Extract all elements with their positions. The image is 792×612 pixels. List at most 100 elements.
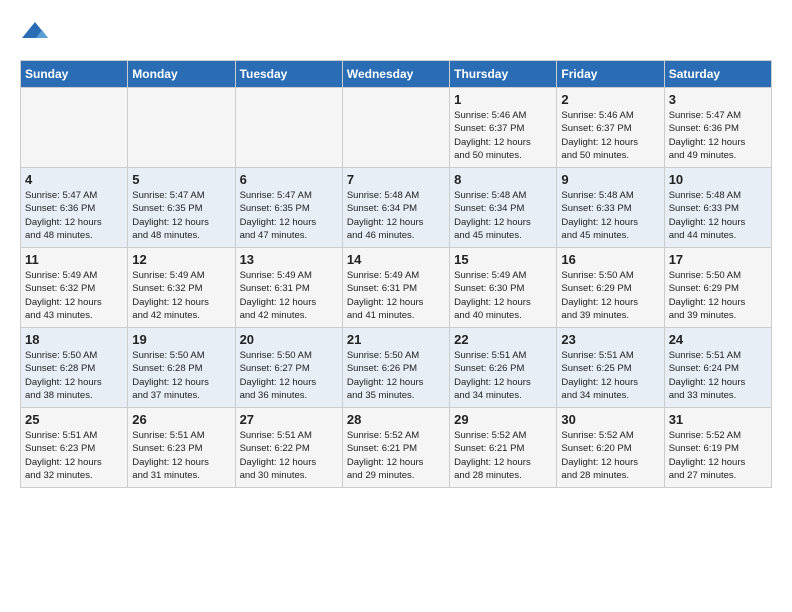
day-info: Sunrise: 5:47 AM Sunset: 6:35 PM Dayligh… — [240, 189, 338, 242]
day-info: Sunrise: 5:50 AM Sunset: 6:29 PM Dayligh… — [669, 269, 767, 322]
day-info: Sunrise: 5:49 AM Sunset: 6:32 PM Dayligh… — [132, 269, 230, 322]
calendar-cell: 24 Sunrise: 5:51 AM Sunset: 6:24 PM Dayli… — [664, 328, 771, 408]
calendar-week-row: 11 Sunrise: 5:49 AM Sunset: 6:32 PM Dayli… — [21, 248, 772, 328]
calendar-cell: 5 Sunrise: 5:47 AM Sunset: 6:35 PM Daylig… — [128, 168, 235, 248]
day-number: 5 — [132, 172, 230, 187]
calendar-cell: 10 Sunrise: 5:48 AM Sunset: 6:33 PM Dayli… — [664, 168, 771, 248]
calendar-cell: 6 Sunrise: 5:47 AM Sunset: 6:35 PM Daylig… — [235, 168, 342, 248]
day-number: 21 — [347, 332, 445, 347]
day-info: Sunrise: 5:46 AM Sunset: 6:37 PM Dayligh… — [561, 109, 659, 162]
header-cell-sunday: Sunday — [21, 61, 128, 88]
day-info: Sunrise: 5:49 AM Sunset: 6:31 PM Dayligh… — [347, 269, 445, 322]
header-cell-tuesday: Tuesday — [235, 61, 342, 88]
day-info: Sunrise: 5:50 AM Sunset: 6:28 PM Dayligh… — [25, 349, 123, 402]
day-info: Sunrise: 5:48 AM Sunset: 6:33 PM Dayligh… — [561, 189, 659, 242]
calendar-cell: 16Sunrise: 5:50 AM Sunset: 6:29 PM Dayli… — [557, 248, 664, 328]
calendar-cell: 11 Sunrise: 5:49 AM Sunset: 6:32 PM Dayli… — [21, 248, 128, 328]
day-info: Sunrise: 5:51 AM Sunset: 6:24 PM Dayligh… — [669, 349, 767, 402]
day-info: Sunrise: 5:51 AM Sunset: 6:22 PM Dayligh… — [240, 429, 338, 482]
day-number: 23 — [561, 332, 659, 347]
day-number: 26 — [132, 412, 230, 427]
header-cell-monday: Monday — [128, 61, 235, 88]
day-number: 24 — [669, 332, 767, 347]
day-info: Sunrise: 5:49 AM Sunset: 6:32 PM Dayligh… — [25, 269, 123, 322]
calendar-cell: 12 Sunrise: 5:49 AM Sunset: 6:32 PM Dayli… — [128, 248, 235, 328]
day-number: 14 — [347, 252, 445, 267]
day-number: 29 — [454, 412, 552, 427]
header-cell-friday: Friday — [557, 61, 664, 88]
calendar-cell: 22 Sunrise: 5:51 AM Sunset: 6:26 PM Dayli… — [450, 328, 557, 408]
day-info: Sunrise: 5:52 AM Sunset: 6:20 PM Dayligh… — [561, 429, 659, 482]
calendar-cell: 15 Sunrise: 5:49 AM Sunset: 6:30 PM Dayli… — [450, 248, 557, 328]
header-cell-wednesday: Wednesday — [342, 61, 449, 88]
calendar-cell: 31Sunrise: 5:52 AM Sunset: 6:19 PM Dayli… — [664, 408, 771, 488]
day-info: Sunrise: 5:48 AM Sunset: 6:34 PM Dayligh… — [347, 189, 445, 242]
calendar-week-row: 18 Sunrise: 5:50 AM Sunset: 6:28 PM Dayli… — [21, 328, 772, 408]
day-number: 1 — [454, 92, 552, 107]
day-number: 7 — [347, 172, 445, 187]
day-number: 13 — [240, 252, 338, 267]
calendar-cell: 2 Sunrise: 5:46 AM Sunset: 6:37 PM Daylig… — [557, 88, 664, 168]
day-info: Sunrise: 5:49 AM Sunset: 6:31 PM Dayligh… — [240, 269, 338, 322]
calendar-cell: 17 Sunrise: 5:50 AM Sunset: 6:29 PM Dayli… — [664, 248, 771, 328]
calendar-cell: 23Sunrise: 5:51 AM Sunset: 6:25 PM Dayli… — [557, 328, 664, 408]
day-number: 8 — [454, 172, 552, 187]
day-number: 15 — [454, 252, 552, 267]
day-number: 28 — [347, 412, 445, 427]
day-number: 31 — [669, 412, 767, 427]
calendar-cell: 29 Sunrise: 5:52 AM Sunset: 6:21 PM Dayli… — [450, 408, 557, 488]
calendar-cell: 21 Sunrise: 5:50 AM Sunset: 6:26 PM Dayli… — [342, 328, 449, 408]
day-info: Sunrise: 5:50 AM Sunset: 6:27 PM Dayligh… — [240, 349, 338, 402]
calendar-table: SundayMondayTuesdayWednesdayThursdayFrid… — [20, 60, 772, 488]
day-number: 17 — [669, 252, 767, 267]
calendar-cell: 28 Sunrise: 5:52 AM Sunset: 6:21 PM Dayli… — [342, 408, 449, 488]
calendar-week-row: 25Sunrise: 5:51 AM Sunset: 6:23 PM Dayli… — [21, 408, 772, 488]
calendar-header: SundayMondayTuesdayWednesdayThursdayFrid… — [21, 61, 772, 88]
day-info: Sunrise: 5:50 AM Sunset: 6:28 PM Dayligh… — [132, 349, 230, 402]
calendar-cell — [21, 88, 128, 168]
day-info: Sunrise: 5:46 AM Sunset: 6:37 PM Dayligh… — [454, 109, 552, 162]
calendar-cell: 26Sunrise: 5:51 AM Sunset: 6:23 PM Dayli… — [128, 408, 235, 488]
day-number: 10 — [669, 172, 767, 187]
logo-icon — [20, 20, 50, 50]
logo — [20, 20, 54, 50]
day-number: 27 — [240, 412, 338, 427]
day-number: 6 — [240, 172, 338, 187]
day-info: Sunrise: 5:50 AM Sunset: 6:26 PM Dayligh… — [347, 349, 445, 402]
calendar-cell: 30 Sunrise: 5:52 AM Sunset: 6:20 PM Dayli… — [557, 408, 664, 488]
header-row: SundayMondayTuesdayWednesdayThursdayFrid… — [21, 61, 772, 88]
day-info: Sunrise: 5:51 AM Sunset: 6:26 PM Dayligh… — [454, 349, 552, 402]
day-number: 18 — [25, 332, 123, 347]
day-number: 25 — [25, 412, 123, 427]
calendar-cell: 9 Sunrise: 5:48 AM Sunset: 6:33 PM Daylig… — [557, 168, 664, 248]
day-number: 4 — [25, 172, 123, 187]
day-number: 19 — [132, 332, 230, 347]
day-number: 9 — [561, 172, 659, 187]
day-info: Sunrise: 5:52 AM Sunset: 6:21 PM Dayligh… — [454, 429, 552, 482]
day-info: Sunrise: 5:49 AM Sunset: 6:30 PM Dayligh… — [454, 269, 552, 322]
calendar-week-row: 4 Sunrise: 5:47 AM Sunset: 6:36 PM Daylig… — [21, 168, 772, 248]
calendar-week-row: 1 Sunrise: 5:46 AM Sunset: 6:37 PM Daylig… — [21, 88, 772, 168]
calendar-cell: 25Sunrise: 5:51 AM Sunset: 6:23 PM Dayli… — [21, 408, 128, 488]
header-cell-saturday: Saturday — [664, 61, 771, 88]
day-number: 30 — [561, 412, 659, 427]
calendar-cell: 4 Sunrise: 5:47 AM Sunset: 6:36 PM Daylig… — [21, 168, 128, 248]
day-info: Sunrise: 5:50 AM Sunset: 6:29 PM Dayligh… — [561, 269, 659, 322]
day-info: Sunrise: 5:47 AM Sunset: 6:35 PM Dayligh… — [132, 189, 230, 242]
calendar-cell: 3Sunrise: 5:47 AM Sunset: 6:36 PM Daylig… — [664, 88, 771, 168]
day-number: 11 — [25, 252, 123, 267]
calendar-cell — [235, 88, 342, 168]
day-number: 12 — [132, 252, 230, 267]
calendar-cell: 19 Sunrise: 5:50 AM Sunset: 6:28 PM Dayli… — [128, 328, 235, 408]
calendar-body: 1 Sunrise: 5:46 AM Sunset: 6:37 PM Daylig… — [21, 88, 772, 488]
day-number: 22 — [454, 332, 552, 347]
day-info: Sunrise: 5:48 AM Sunset: 6:33 PM Dayligh… — [669, 189, 767, 242]
calendar-cell: 8 Sunrise: 5:48 AM Sunset: 6:34 PM Daylig… — [450, 168, 557, 248]
calendar-cell: 14 Sunrise: 5:49 AM Sunset: 6:31 PM Dayli… — [342, 248, 449, 328]
calendar-cell: 7 Sunrise: 5:48 AM Sunset: 6:34 PM Daylig… — [342, 168, 449, 248]
day-number: 2 — [561, 92, 659, 107]
day-info: Sunrise: 5:48 AM Sunset: 6:34 PM Dayligh… — [454, 189, 552, 242]
day-info: Sunrise: 5:47 AM Sunset: 6:36 PM Dayligh… — [25, 189, 123, 242]
day-info: Sunrise: 5:52 AM Sunset: 6:21 PM Dayligh… — [347, 429, 445, 482]
calendar-cell — [342, 88, 449, 168]
